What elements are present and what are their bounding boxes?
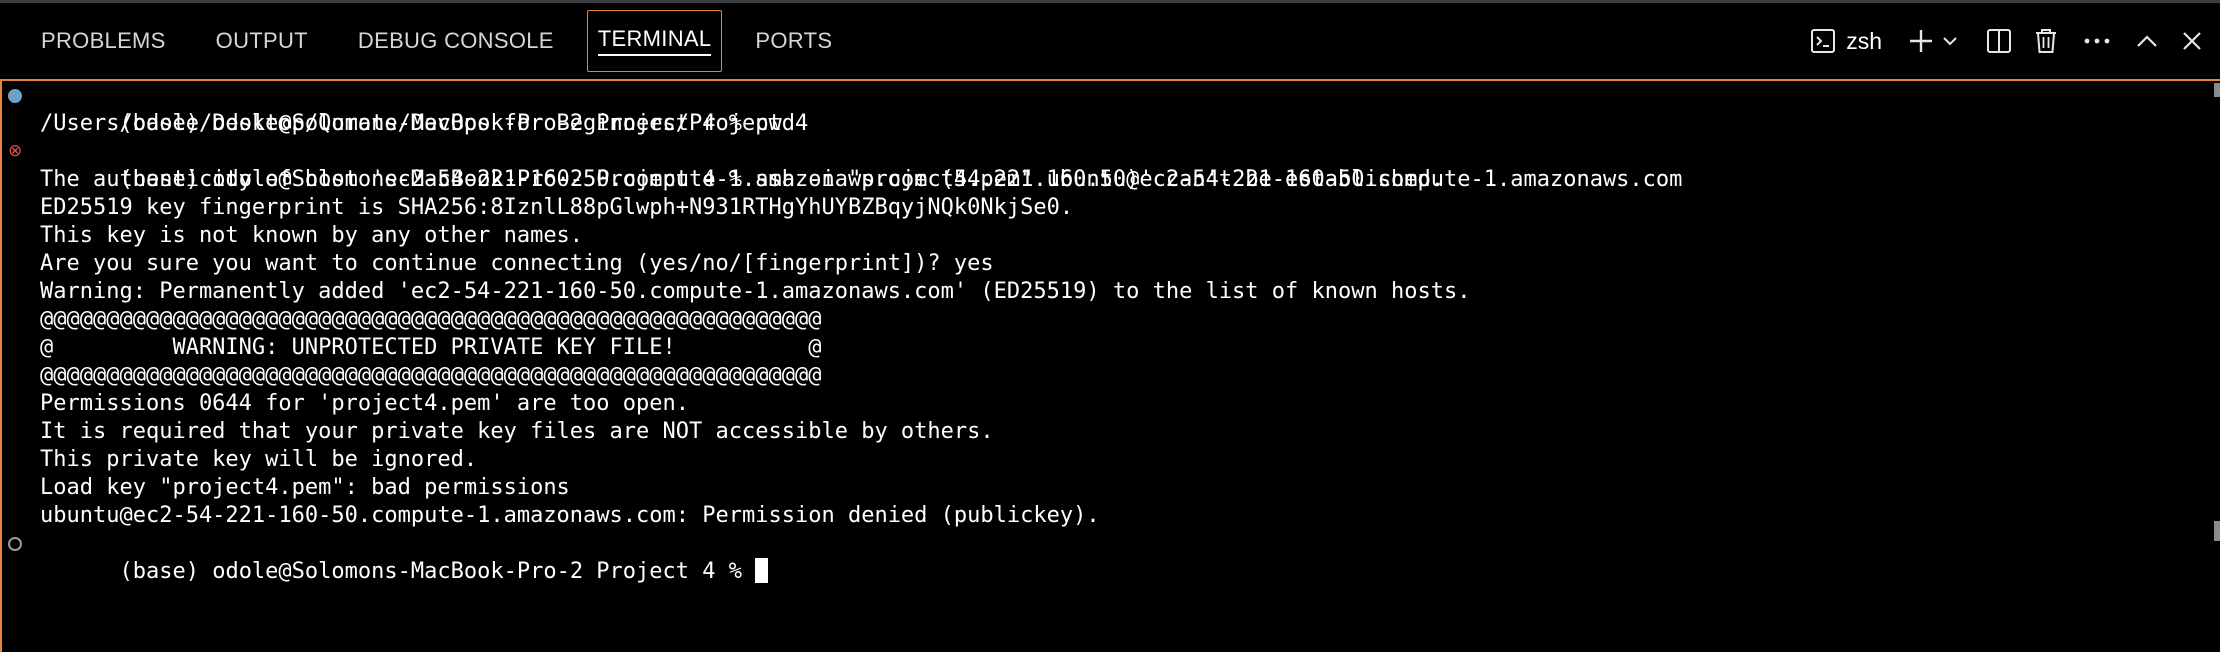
kill-terminal-button[interactable] bbox=[2034, 21, 2058, 61]
terminal-line: This key is not known by any other names… bbox=[40, 223, 584, 248]
tab-debug-console[interactable]: DEBUG CONSOLE bbox=[341, 10, 571, 72]
terminal-line: Load key "project4.pem": bad permissions bbox=[40, 475, 570, 500]
terminal-line: (base) odole@Solomons-MacBook-Pro-2 Proj… bbox=[8, 82, 1682, 136]
tab-label: PORTS bbox=[755, 28, 833, 53]
shell-selector[interactable]: zsh bbox=[1810, 21, 1882, 61]
tab-label: DEBUG CONSOLE bbox=[357, 28, 554, 53]
trash-icon bbox=[2034, 28, 2058, 54]
command-success-icon[interactable] bbox=[8, 89, 22, 103]
close-icon bbox=[2182, 31, 2202, 51]
shell-name: zsh bbox=[1846, 27, 1882, 54]
terminal-line: It is required that your private key fil… bbox=[40, 419, 994, 444]
terminal-line: Permissions 0644 for 'project4.pem' are … bbox=[40, 391, 690, 416]
tab-problems[interactable]: PROBLEMS bbox=[24, 10, 183, 72]
tab-label: PROBLEMS bbox=[41, 28, 166, 53]
terminal-line: ED25519 key fingerprint is SHA256:8IznlL… bbox=[40, 195, 1074, 220]
panel-actions: zsh bbox=[1796, 3, 2202, 79]
tab-terminal[interactable]: TERMINAL bbox=[586, 10, 723, 72]
new-terminal-button[interactable] bbox=[1908, 21, 1934, 61]
prompt-text: (base) odole@Solomons-MacBook-Pro-2 Proj… bbox=[119, 559, 756, 584]
scrollbar-marker-bottom[interactable] bbox=[2214, 521, 2220, 541]
terminal-cursor bbox=[755, 558, 769, 583]
command-error-icon[interactable]: ⊗ bbox=[8, 143, 22, 160]
terminal-icon bbox=[1810, 28, 1836, 54]
terminal-line: ⊗ (base) odole@Solomons-MacBook-Pro-2 Pro… bbox=[8, 141, 1683, 193]
scrollbar-marker-top[interactable] bbox=[2214, 83, 2220, 97]
terminal-line: @ WARNING: UNPROTECTED PRIVATE KEY FILE!… bbox=[40, 335, 822, 360]
command-pending-icon bbox=[8, 537, 22, 551]
split-terminal-button[interactable] bbox=[1986, 21, 2012, 61]
plus-icon bbox=[1908, 28, 1934, 54]
terminal-line: This private key will be ignored. bbox=[40, 447, 478, 472]
more-icon bbox=[2084, 37, 2110, 45]
terminal-profiles-dropdown[interactable] bbox=[1942, 21, 1958, 61]
tab-ports[interactable]: PORTS bbox=[738, 10, 849, 72]
panel-header: PROBLEMS OUTPUT DEBUG CONSOLE TERMINAL P… bbox=[0, 3, 2220, 81]
terminal-output[interactable]: (base) odole@Solomons-MacBook-Pro-2 Proj… bbox=[0, 81, 2220, 652]
terminal-lines: (base) odole@Solomons-MacBook-Pro-2 Proj… bbox=[8, 82, 1683, 584]
terminal-line[interactable]: (base) odole@Solomons-MacBook-Pro-2 Proj… bbox=[8, 530, 1682, 584]
terminal-line: @@@@@@@@@@@@@@@@@@@@@@@@@@@@@@@@@@@@@@@@… bbox=[40, 363, 822, 388]
terminal-line: The authenticity of host 'ec2-54-221-160… bbox=[40, 167, 1444, 192]
terminal-line: Warning: Permanently added 'ec2-54-221-1… bbox=[40, 279, 1471, 304]
terminal-line: @@@@@@@@@@@@@@@@@@@@@@@@@@@@@@@@@@@@@@@@… bbox=[40, 307, 822, 332]
tab-label: OUTPUT bbox=[215, 28, 308, 53]
terminal-line: ubuntu@ec2-54-221-160-50.compute-1.amazo… bbox=[40, 503, 1100, 528]
tab-label: TERMINAL bbox=[597, 26, 712, 56]
split-icon bbox=[1986, 28, 2012, 54]
close-panel-button[interactable] bbox=[2182, 21, 2202, 61]
terminal-line: /Users/odole/Desktop/Qurate/DevOps for B… bbox=[40, 111, 809, 136]
chevron-up-icon bbox=[2136, 33, 2158, 49]
chevron-down-icon bbox=[1942, 33, 1958, 49]
panel-tabs: PROBLEMS OUTPUT DEBUG CONSOLE TERMINAL P… bbox=[24, 3, 865, 79]
terminal-line: Are you sure you want to continue connec… bbox=[40, 251, 994, 276]
tab-output[interactable]: OUTPUT bbox=[199, 10, 325, 72]
maximize-panel-button[interactable] bbox=[2136, 21, 2158, 61]
more-actions-button[interactable] bbox=[2084, 21, 2110, 61]
